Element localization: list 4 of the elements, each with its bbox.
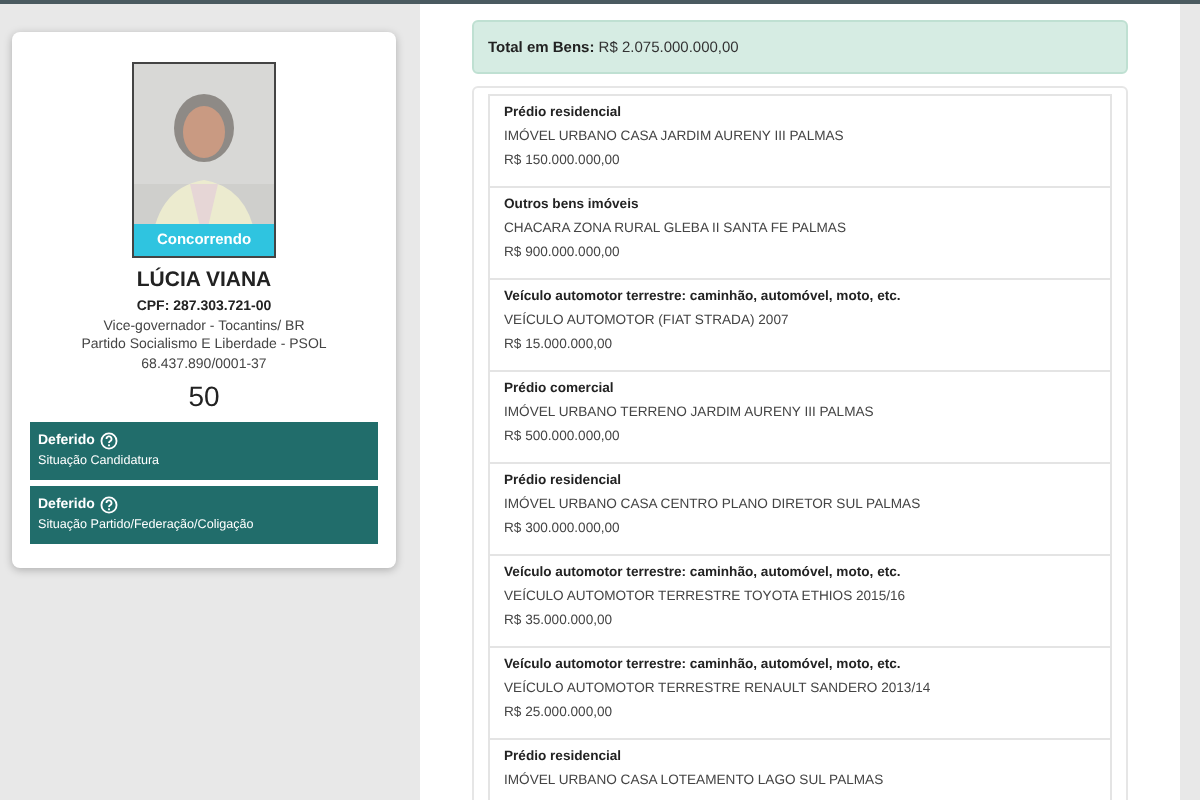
help-icon[interactable] <box>100 432 119 450</box>
candidate-name: LÚCIA VIANA <box>134 268 274 292</box>
candidate-number: 50 <box>186 380 222 412</box>
help-icon[interactable] <box>100 496 119 514</box>
